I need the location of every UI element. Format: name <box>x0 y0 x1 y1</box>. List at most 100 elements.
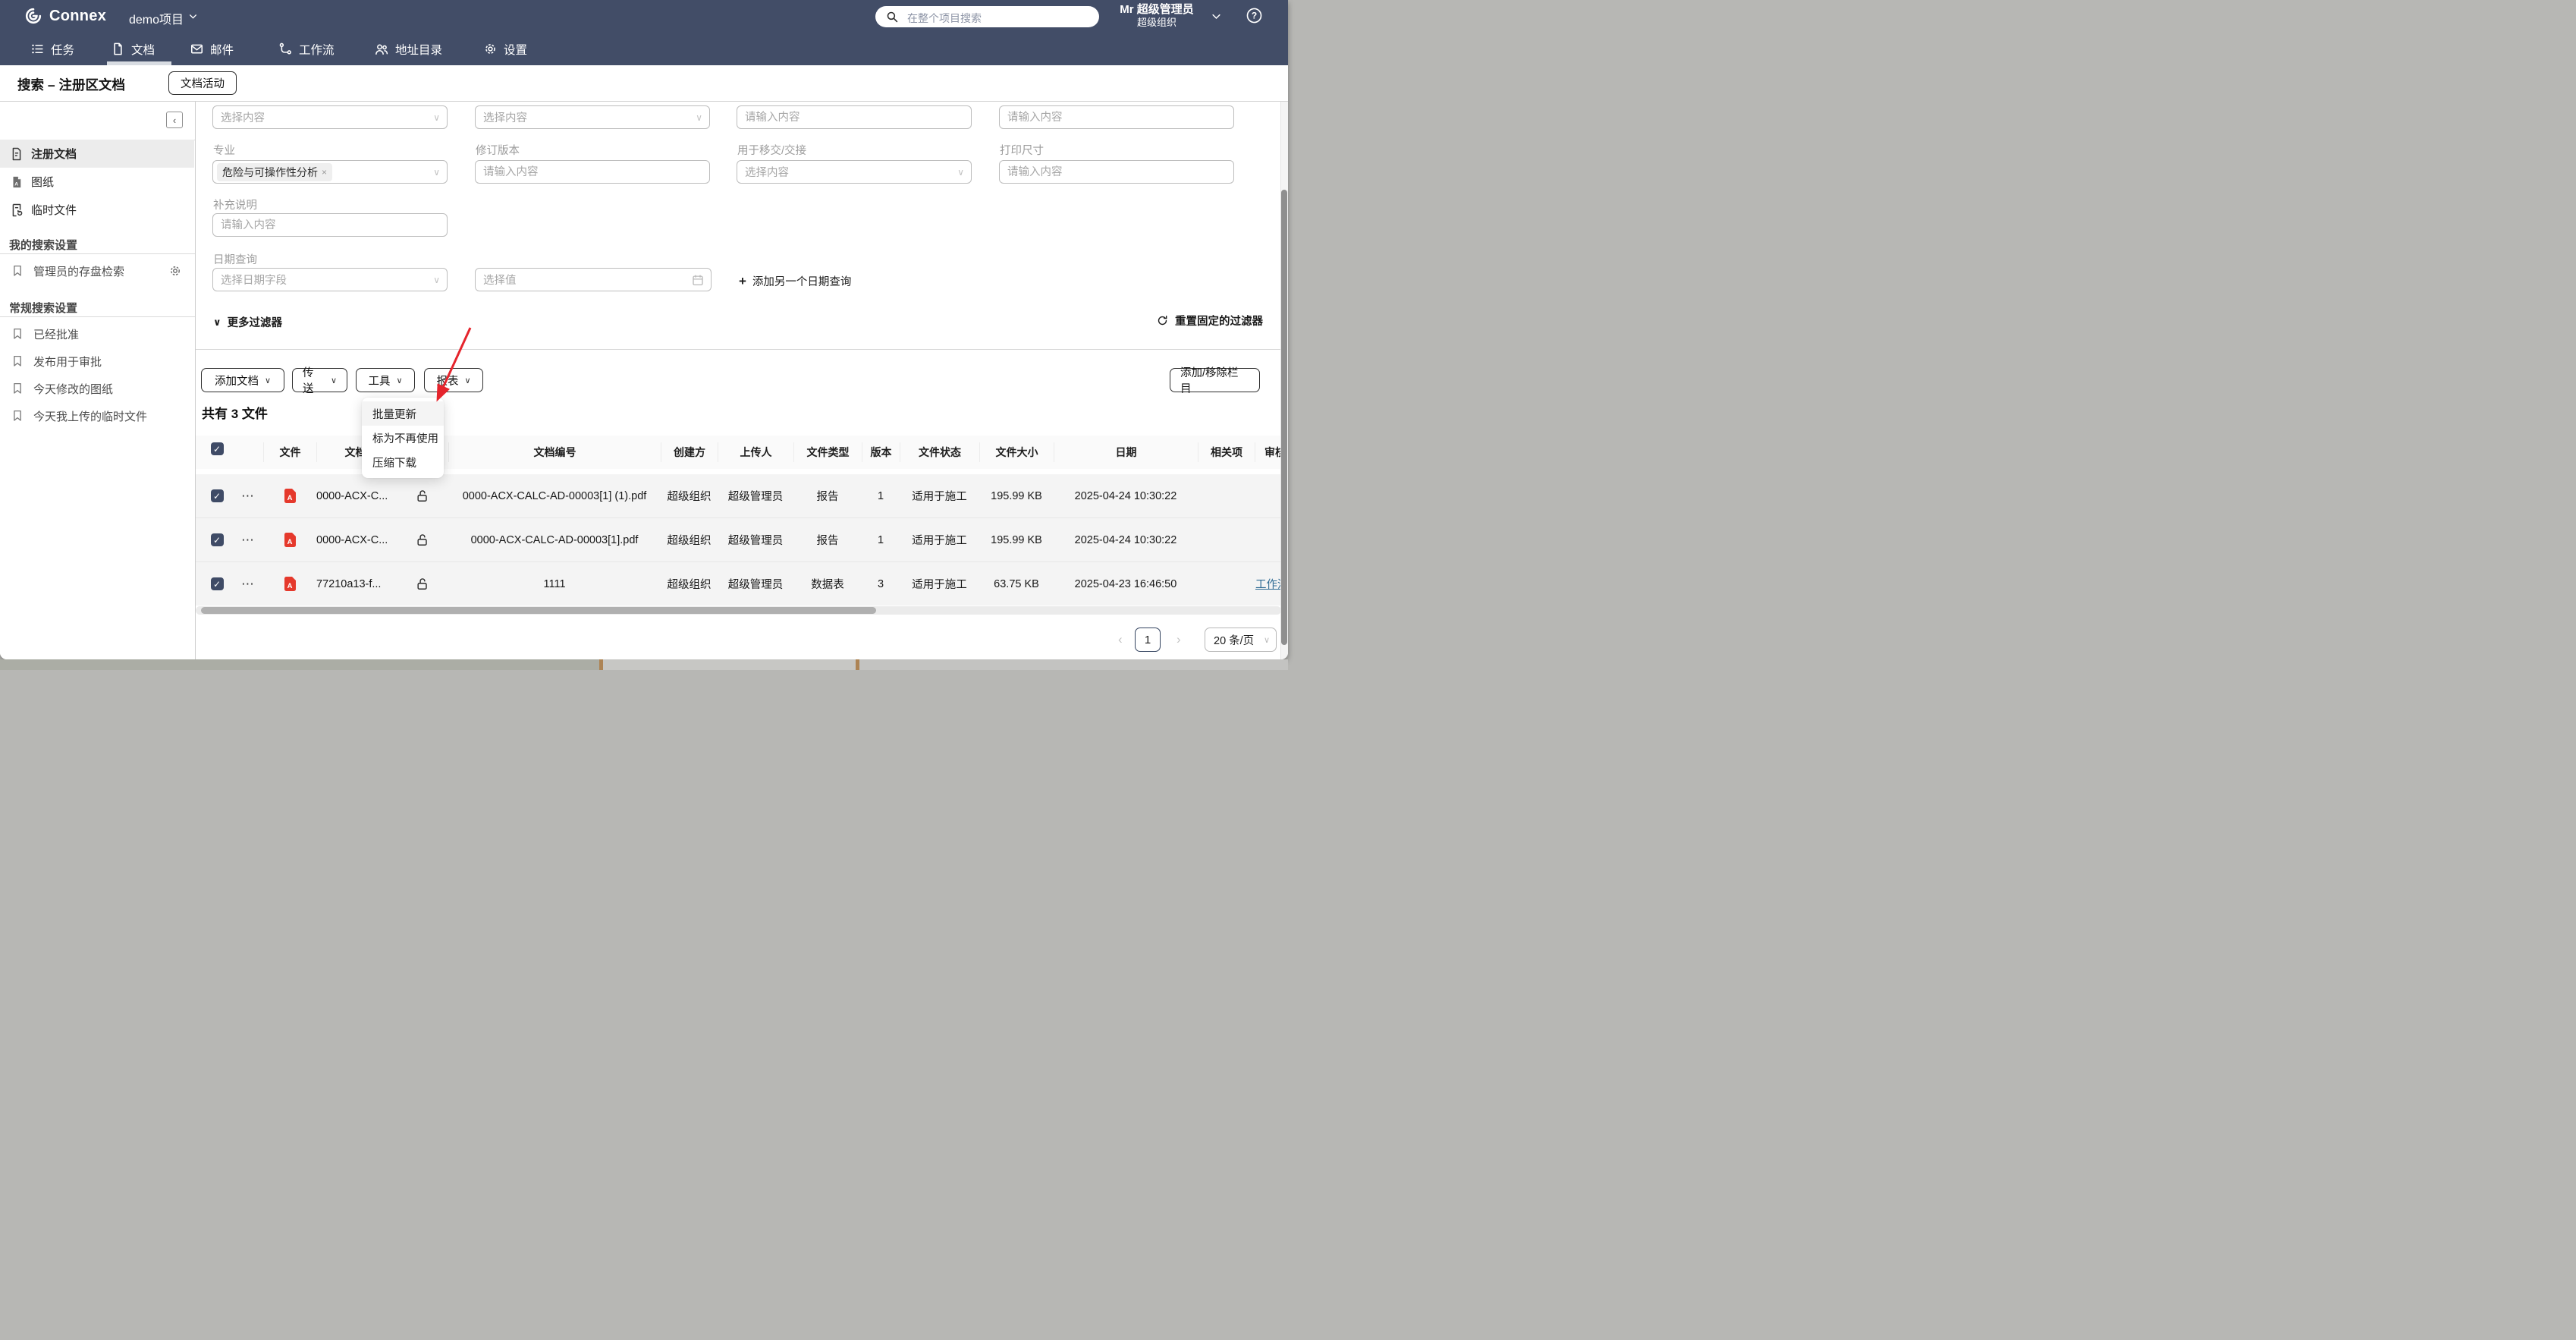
tab-mail[interactable]: 邮件 <box>190 33 234 65</box>
table-header: ✓ 文件 文档名称 文档编号 创建方 上传人 文件类型 版本 文件状态 文件大小… <box>196 436 1288 469</box>
project-chevron-down-icon[interactable] <box>188 11 198 21</box>
chevron-down-icon: ∨ <box>433 167 440 178</box>
saved-search-published[interactable]: 发布用于审批 <box>0 348 194 375</box>
saved-search-label: 已经批准 <box>33 328 80 341</box>
header-type[interactable]: 文件类型 <box>793 442 862 462</box>
saved-search-my-temp-uploads[interactable]: 今天我上传的临时文件 <box>0 402 194 429</box>
add-date-query-button[interactable]: + 添加另一个日期查询 <box>739 273 851 289</box>
filter-select-1[interactable]: 选择内容 ∨ <box>212 105 448 129</box>
row-select[interactable]: ✓ <box>201 533 233 546</box>
menu-item-batch-update[interactable]: 批量更新 <box>362 401 444 426</box>
chevron-down-icon: ∨ <box>464 376 471 385</box>
file-cell[interactable]: A <box>263 533 316 547</box>
page-number-button[interactable]: 1 <box>1135 628 1161 652</box>
sidebar-item-temp-files[interactable]: 临时文件 <box>0 196 194 224</box>
app-logo[interactable]: Connex <box>24 7 106 25</box>
header-version[interactable]: 版本 <box>862 442 900 462</box>
sidebar-collapse-button[interactable]: ‹ <box>166 112 183 128</box>
filter-major-multiselect[interactable]: 危险与可操作性分析 × ∨ <box>212 160 448 184</box>
reports-button[interactable]: 报表 ∨ <box>424 368 483 392</box>
filter-handover-select[interactable]: 选择内容 ∨ <box>737 160 972 184</box>
checkbox-checked[interactable]: ✓ <box>210 489 224 502</box>
desktop-segment <box>0 659 599 670</box>
row-select[interactable]: ✓ <box>201 489 233 502</box>
saved-search-approved[interactable]: 已经批准 <box>0 320 194 348</box>
header-file[interactable]: 文件 <box>263 442 316 462</box>
date-field-select[interactable]: 选择日期字段 ∨ <box>212 268 448 291</box>
vertical-scrollbar-thumb[interactable] <box>1281 190 1287 645</box>
row-select[interactable]: ✓ <box>201 577 233 590</box>
help-icon[interactable]: ? <box>1246 7 1263 24</box>
filter-print-size-input[interactable] <box>999 160 1234 184</box>
header-date[interactable]: 日期 <box>1054 442 1198 462</box>
tab-settings[interactable]: 设置 <box>483 33 527 65</box>
reset-pinned-filters-button[interactable]: 重置固定的过滤器 <box>1156 313 1263 329</box>
filter-input-1[interactable] <box>737 105 972 129</box>
tasks-list-icon <box>30 42 45 56</box>
project-selector[interactable]: demo项目 <box>129 9 184 27</box>
date-value-picker[interactable]: 选择值 <box>475 268 712 291</box>
horizontal-scrollbar-thumb[interactable] <box>201 607 876 614</box>
header-select-all[interactable]: ✓ <box>201 442 233 462</box>
doc-number-cell: 0000-ACX-CALC-AD-00003[1] (1).pdf <box>462 489 647 502</box>
page-next-button[interactable]: › <box>1176 632 1181 647</box>
page-size-select[interactable]: 20 条/页 ∨ <box>1205 628 1277 652</box>
header-number[interactable]: 文档编号 <box>448 442 661 462</box>
file-cell[interactable]: A <box>263 489 316 503</box>
row-actions-menu[interactable]: ⋯ <box>233 533 263 548</box>
saved-search-admin[interactable]: 管理员的存盘检索 <box>0 257 194 285</box>
checkbox-checked[interactable]: ✓ <box>210 533 224 546</box>
filter-revision-input[interactable] <box>475 160 710 184</box>
select-placeholder: 选择内容 <box>745 167 789 179</box>
checkbox-checked[interactable]: ✓ <box>210 577 224 590</box>
tools-button[interactable]: 工具 ∨ <box>356 368 415 392</box>
file-cell[interactable]: A <box>263 577 316 591</box>
page-size-value: 20 条/页 <box>1214 634 1255 647</box>
tab-address-book[interactable]: 地址目录 <box>374 33 442 65</box>
more-filters-toggle[interactable]: ∨ 更多过滤器 <box>213 314 282 330</box>
temp-file-icon <box>9 203 24 218</box>
pdf-file-icon: A <box>284 577 296 591</box>
row-actions-menu[interactable]: ⋯ <box>233 489 263 504</box>
user-chevron-down-icon[interactable] <box>1211 11 1222 22</box>
label-revision: 修订版本 <box>476 145 520 157</box>
tab-label: 文档 <box>131 43 156 57</box>
filter-input-2[interactable] <box>999 105 1234 129</box>
tab-documents[interactable]: 文档 <box>111 33 155 65</box>
button-label: 添加文档 <box>214 375 259 388</box>
user-menu[interactable]: Mr 超级管理员 超级组织 <box>1104 3 1210 29</box>
global-search-input[interactable]: 在整个项目搜索 <box>875 6 1099 27</box>
sidebar-item-label: 注册文档 <box>31 148 77 161</box>
tab-label: 工作流 <box>299 43 335 57</box>
filter-select-2[interactable]: 选择内容 ∨ <box>475 105 710 129</box>
header-size[interactable]: 文件大小 <box>979 442 1054 462</box>
tag-remove-icon[interactable]: × <box>322 167 327 178</box>
sidebar-item-drawings[interactable]: A 图纸 <box>0 168 194 196</box>
uploader-cell: 超级管理员 <box>727 491 784 503</box>
filter-supplement-input[interactable] <box>212 213 448 237</box>
header-status[interactable]: 文件状态 <box>900 442 979 462</box>
header-uploader[interactable]: 上传人 <box>718 442 793 462</box>
desktop-background <box>0 659 1288 670</box>
saved-search-modified-drawings[interactable]: 今天修改的图纸 <box>0 375 194 402</box>
sidebar-item-registered-docs[interactable]: 注册文档 <box>0 140 194 168</box>
connex-logo-icon <box>24 7 42 25</box>
saved-search-gear-icon[interactable] <box>168 264 182 278</box>
doc-activity-button[interactable]: 文档活动 <box>168 71 237 95</box>
header-related[interactable]: 相关项 <box>1198 442 1255 462</box>
add-document-button[interactable]: 添加文档 ∨ <box>201 368 284 392</box>
status-cell: 适用于施工 <box>912 491 967 503</box>
chevron-down-icon: ∨ <box>330 376 337 385</box>
tab-tasks[interactable]: 任务 <box>30 33 74 65</box>
label-print-size: 打印尺寸 <box>1000 145 1044 157</box>
page-prev-button[interactable]: ‹ <box>1118 632 1123 647</box>
menu-item-zip-download[interactable]: 压缩下载 <box>362 450 444 474</box>
type-cell: 报告 <box>816 491 839 503</box>
row-actions-menu[interactable]: ⋯ <box>233 577 263 592</box>
add-remove-columns-button[interactable]: 添加/移除栏目 <box>1170 367 1260 395</box>
header-creator[interactable]: 创建方 <box>661 442 718 462</box>
tab-workflow[interactable]: 工作流 <box>278 33 335 65</box>
transfer-button[interactable]: 传送 ∨ <box>292 367 347 395</box>
checkbox-checked[interactable]: ✓ <box>210 442 224 455</box>
menu-item-mark-obsolete[interactable]: 标为不再使用 <box>362 426 444 450</box>
